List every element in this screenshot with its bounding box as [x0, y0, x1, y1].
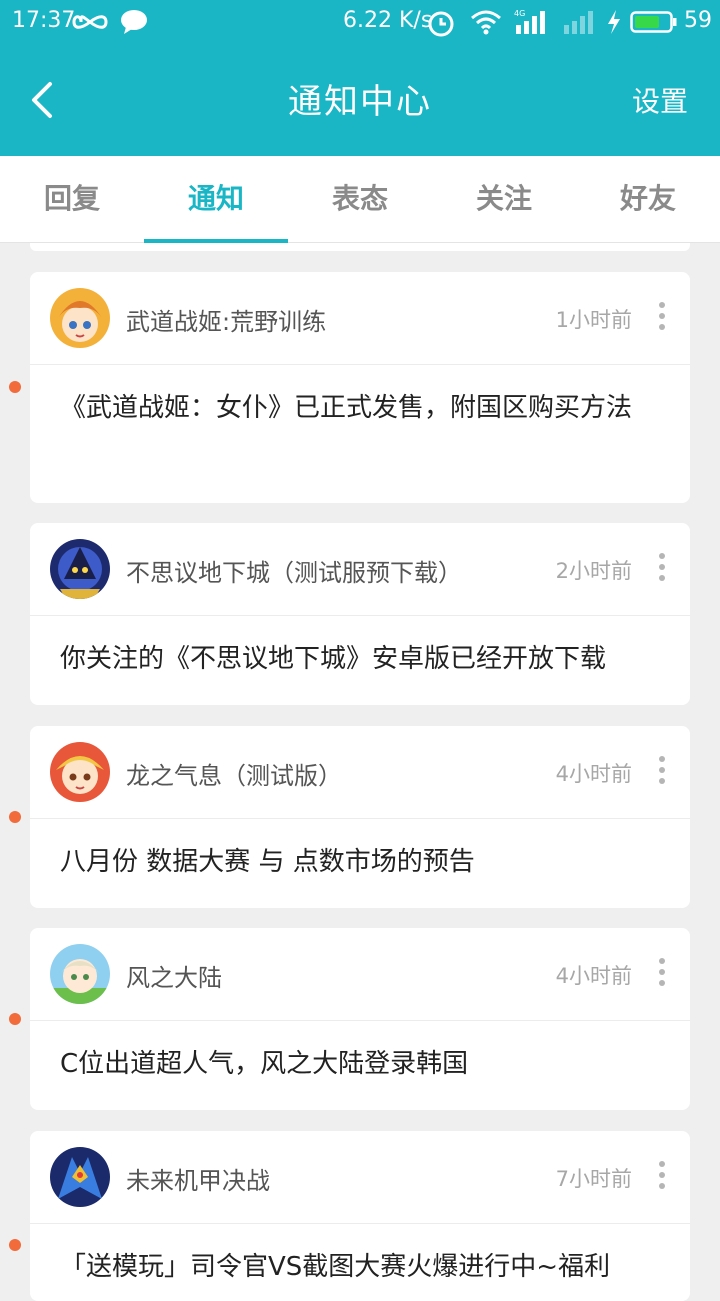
card-header: 武道战姬:荒野训练 1小时前	[30, 272, 690, 365]
chat-bubble-icon	[120, 9, 148, 39]
notification-card[interactable]: 龙之气息（测试版） 4小时前 八月份 数据大赛 与 点数市场的预告	[30, 726, 690, 908]
charging-icon	[606, 9, 622, 39]
battery-level: 59	[684, 8, 712, 33]
card-header: 龙之气息（测试版） 4小时前	[30, 726, 690, 819]
avatar[interactable]	[50, 742, 110, 802]
notification-message: C位出道超人气，风之大陆登录韩国	[60, 1049, 469, 1079]
infinity-icon	[72, 9, 108, 39]
avatar[interactable]	[50, 539, 110, 599]
more-options-icon[interactable]	[656, 756, 668, 788]
more-options-icon[interactable]	[656, 958, 668, 990]
status-time: 17:37	[12, 8, 76, 33]
notification-card[interactable]: 风之大陆 4小时前 C位出道超人气，风之大陆登录韩国	[30, 928, 690, 1110]
source-name: 未来机甲决战	[126, 1167, 270, 1195]
unread-dot	[9, 811, 21, 823]
notification-message: 八月份 数据大赛 与 点数市场的预告	[60, 847, 475, 877]
notification-card[interactable]: 不思议地下城（测试服预下载） 2小时前 你关注的《不思议地下城》安卓版已经开放下…	[30, 523, 690, 705]
notification-message: 你关注的《不思议地下城》安卓版已经开放下载	[60, 644, 607, 674]
card-header: 不思议地下城（测试服预下载） 2小时前	[30, 523, 690, 616]
timestamp: 4小时前	[555, 762, 632, 786]
avatar[interactable]	[50, 288, 110, 348]
signal-icon-secondary	[562, 9, 596, 39]
card-header: 风之大陆 4小时前	[30, 928, 690, 1021]
notification-message: 《武道战姬：女仆》已正式发售，附国区购买方法	[60, 393, 633, 423]
source-name: 龙之气息（测试版）	[126, 762, 342, 790]
page-title: 通知中心	[288, 82, 432, 122]
source-name: 武道战姬:荒野训练	[126, 308, 327, 336]
source-name: 不思议地下城（测试服预下载）	[126, 559, 462, 587]
alarm-icon	[427, 9, 455, 41]
wifi-icon	[470, 9, 502, 39]
source-name: 风之大陆	[126, 964, 222, 992]
timestamp: 2小时前	[555, 559, 632, 583]
status-bar: 17:37 6.22 K/s 4G 59	[0, 0, 720, 44]
tab-reactions[interactable]: 表态	[288, 156, 432, 242]
more-options-icon[interactable]	[656, 553, 668, 585]
tab-replies[interactable]: 回复	[0, 156, 144, 242]
tab-bar: 回复 通知 表态 关注 好友	[0, 156, 720, 243]
more-options-icon[interactable]	[656, 1161, 668, 1193]
unread-dot	[9, 1013, 21, 1025]
timestamp: 4小时前	[555, 964, 632, 988]
network-speed: 6.22 K/s	[343, 8, 433, 33]
settings-button[interactable]: 设置	[632, 80, 688, 120]
unread-dot	[9, 381, 21, 393]
avatar[interactable]	[50, 944, 110, 1004]
tab-friends[interactable]: 好友	[576, 156, 720, 242]
more-options-icon[interactable]	[656, 302, 668, 334]
timestamp: 7小时前	[555, 1167, 632, 1191]
unread-dot	[9, 1239, 21, 1251]
app-header: 通知中心 设置	[0, 44, 720, 156]
battery-icon	[630, 9, 678, 39]
notification-message: 「送模玩」司令官VS截图大赛火爆进行中~福利	[60, 1252, 611, 1282]
previous-card-edge	[30, 243, 690, 251]
notification-card[interactable]: 未来机甲决战 7小时前 「送模玩」司令官VS截图大赛火爆进行中~福利	[30, 1131, 690, 1301]
card-header: 未来机甲决战 7小时前	[30, 1131, 690, 1224]
network-type: 4G	[514, 9, 525, 18]
tab-follows[interactable]: 关注	[432, 156, 576, 242]
notification-card[interactable]: 武道战姬:荒野训练 1小时前 《武道战姬：女仆》已正式发售，附国区购买方法	[30, 272, 690, 503]
signal-icon: 4G	[514, 9, 550, 39]
avatar[interactable]	[50, 1147, 110, 1207]
tab-notifications[interactable]: 通知	[144, 156, 288, 242]
timestamp: 1小时前	[555, 308, 632, 332]
